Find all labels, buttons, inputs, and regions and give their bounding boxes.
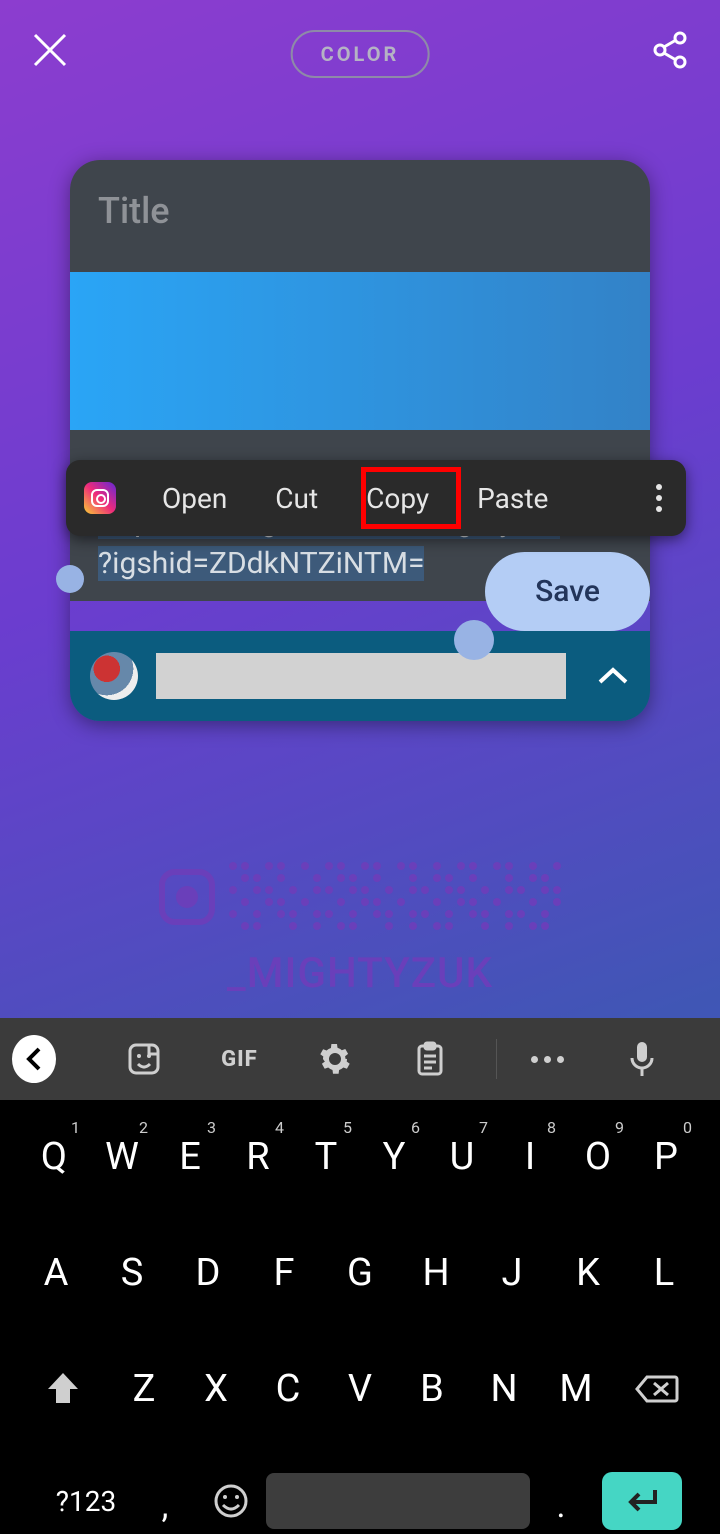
backspace-key[interactable] (612, 1354, 702, 1424)
selection-handle-end[interactable] (454, 620, 494, 660)
keyboard: Q1W2E3R4T5Y6U7I8O9P0 ASDFGHJKL ZXCVBNM ?… (0, 1100, 720, 1534)
tag-input[interactable] (156, 653, 566, 699)
kbd-back-icon[interactable] (12, 1035, 56, 1083)
selection-handle-start[interactable] (56, 565, 84, 593)
ctx-paste[interactable]: Paste (453, 482, 572, 515)
key-i[interactable]: I8 (496, 1118, 564, 1196)
toolbar-separator (496, 1039, 498, 1079)
key-v[interactable]: V (324, 1350, 396, 1428)
key-t[interactable]: T5 (292, 1118, 360, 1196)
instagram-app-icon[interactable] (84, 482, 116, 514)
note-card: Title _mightyzuk https://instagram.com/_… (70, 160, 650, 721)
header-image[interactable] (70, 272, 650, 430)
enter-key[interactable] (602, 1472, 682, 1530)
key-j[interactable]: J (474, 1234, 550, 1312)
key-y[interactable]: Y6 (360, 1118, 428, 1196)
chevron-up-icon[interactable] (596, 664, 630, 688)
title-input[interactable]: Title (98, 190, 622, 232)
selected-url-line2[interactable]: ?igshid=ZDdkNTZiNTM= (98, 546, 424, 581)
key-g[interactable]: G (322, 1234, 398, 1312)
avatar[interactable] (90, 652, 138, 700)
key-b[interactable]: B (396, 1350, 468, 1428)
ctx-open[interactable]: Open (138, 482, 251, 515)
gif-button[interactable]: GIF (210, 1047, 269, 1072)
emoji-key[interactable] (196, 1466, 266, 1534)
key-x[interactable]: X (180, 1350, 252, 1428)
shift-key[interactable] (18, 1354, 108, 1424)
color-button[interactable]: COLOR (291, 30, 430, 78)
key-c[interactable]: C (252, 1350, 324, 1428)
key-q[interactable]: Q1 (20, 1118, 88, 1196)
period-key[interactable]: . (530, 1466, 592, 1534)
settings-icon[interactable] (305, 1042, 364, 1076)
keyboard-toolbar: GIF (0, 1018, 720, 1100)
qr-label: _MIGHTYZUK (0, 949, 720, 998)
close-icon[interactable] (30, 30, 70, 70)
save-button[interactable]: Save (485, 552, 650, 631)
comma-key[interactable]: , (134, 1466, 196, 1534)
key-h[interactable]: H (398, 1234, 474, 1312)
mic-icon[interactable] (613, 1040, 672, 1078)
ctx-cut[interactable]: Cut (251, 482, 342, 515)
space-key[interactable] (266, 1473, 530, 1529)
more-icon[interactable] (517, 1056, 576, 1063)
key-z[interactable]: Z (108, 1350, 180, 1428)
ctx-overflow-icon[interactable] (656, 484, 668, 512)
copy-highlight-box (361, 467, 461, 529)
card-footer (70, 631, 650, 721)
key-s[interactable]: S (94, 1234, 170, 1312)
key-e[interactable]: E3 (156, 1118, 224, 1196)
key-r[interactable]: R4 (224, 1118, 292, 1196)
key-o[interactable]: O9 (564, 1118, 632, 1196)
share-icon[interactable] (650, 30, 690, 70)
key-a[interactable]: A (18, 1234, 94, 1312)
clipboard-icon[interactable] (400, 1041, 459, 1077)
qr-code (159, 862, 562, 931)
key-w[interactable]: W2 (88, 1118, 156, 1196)
key-u[interactable]: U7 (428, 1118, 496, 1196)
symbols-key[interactable]: ?123 (38, 1466, 134, 1534)
key-d[interactable]: D (170, 1234, 246, 1312)
key-n[interactable]: N (468, 1350, 540, 1428)
instagram-icon (159, 869, 215, 925)
key-k[interactable]: K (550, 1234, 626, 1312)
sticker-icon[interactable] (114, 1042, 173, 1076)
key-p[interactable]: P0 (632, 1118, 700, 1196)
key-m[interactable]: M (540, 1350, 612, 1428)
key-l[interactable]: L (626, 1234, 702, 1312)
key-f[interactable]: F (246, 1234, 322, 1312)
